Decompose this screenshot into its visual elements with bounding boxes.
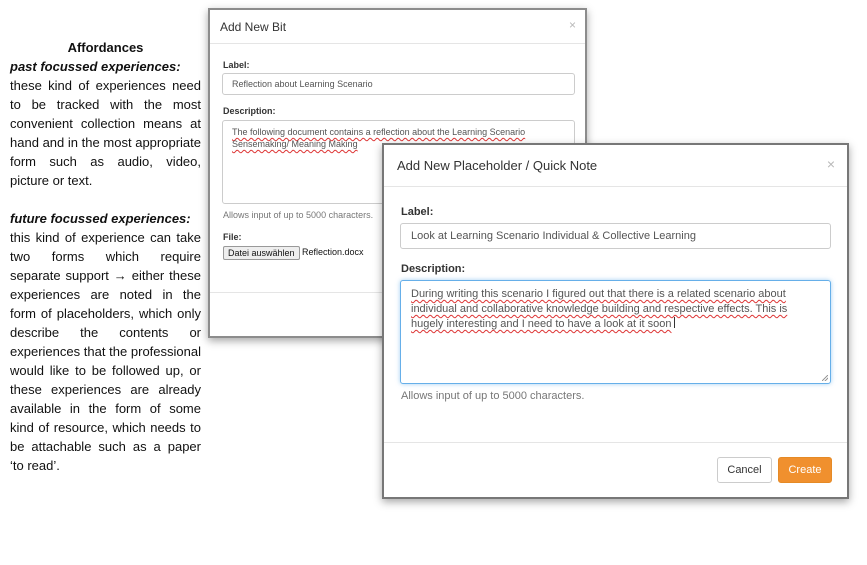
file-label: File: xyxy=(223,232,242,242)
close-icon[interactable]: × xyxy=(827,156,835,172)
future-body: this kind of experience can take two for… xyxy=(10,230,201,473)
modal-title: Add New Bit xyxy=(220,20,287,34)
document-text: Affordances past focussed experiences: t… xyxy=(10,38,201,475)
selected-file-name: Reflection.docx xyxy=(302,247,364,257)
description-textarea[interactable]: During writing this scenario I figured o… xyxy=(400,280,831,384)
label-label: Label: xyxy=(401,206,434,218)
label-input[interactable]: Look at Learning Scenario Individual & C… xyxy=(400,223,831,249)
choose-file-button[interactable]: Datei auswählen xyxy=(223,246,300,260)
char-limit-help: Allows input of up to 5000 characters. xyxy=(223,210,374,220)
description-label: Description: xyxy=(401,263,466,275)
modal-header: Add New Placeholder / Quick Note × xyxy=(384,145,847,187)
label-input[interactable]: Reflection about Learning Scenario xyxy=(222,73,575,95)
resize-handle[interactable] xyxy=(822,375,828,381)
modal-header: Add New Bit × xyxy=(210,10,585,44)
label-label: Label: xyxy=(223,60,250,70)
close-icon[interactable]: × xyxy=(569,18,576,32)
modal-title: Add New Placeholder / Quick Note xyxy=(397,158,598,173)
past-title: past focussed experiences: xyxy=(10,59,181,74)
past-body: these kind of experiences need to be tra… xyxy=(10,78,201,188)
modal-footer-divider xyxy=(384,442,847,443)
cancel-button[interactable]: Cancel xyxy=(717,457,772,483)
create-button[interactable]: Create xyxy=(778,457,832,483)
description-line: The following document contains a reflec… xyxy=(232,127,526,137)
description-label: Description: xyxy=(223,106,276,116)
doc-heading: Affordances xyxy=(67,40,144,55)
future-title: future focussed experiences: xyxy=(10,211,191,226)
add-placeholder-modal: Add New Placeholder / Quick Note × Label… xyxy=(382,143,849,499)
char-limit-help: Allows input of up to 5000 characters. xyxy=(401,390,585,402)
text-cursor xyxy=(673,317,675,328)
description-text: During writing this scenario I figured o… xyxy=(411,288,788,330)
